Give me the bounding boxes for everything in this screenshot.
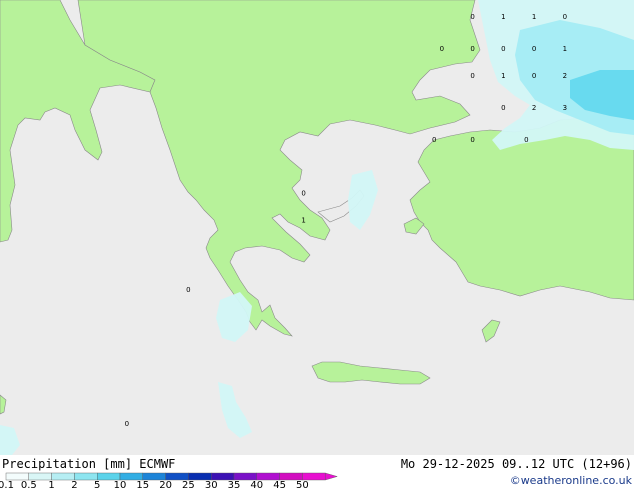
grid-value-18: 0 [524, 136, 528, 144]
grid-value-11: 0 [532, 72, 536, 80]
legend-tick-7: 20 [159, 480, 172, 490]
grid-value-9: 0 [470, 72, 474, 80]
legend-tick-3: 2 [71, 480, 77, 490]
grid-value-0: 0 [470, 13, 474, 21]
legend-tick-10: 35 [228, 480, 241, 490]
grid-value-19: 0 [301, 190, 305, 198]
grid-value-12: 2 [563, 72, 567, 80]
grid-value-13: 0 [501, 104, 505, 112]
grid-value-6: 0 [501, 45, 505, 53]
legend-swatch-13 [302, 472, 326, 481]
legend-swatch-10 [233, 472, 257, 481]
legend-tick-2: 1 [48, 480, 54, 490]
legend-swatch-7 [165, 472, 189, 481]
map-title: Precipitation [mm] ECMWF [2, 457, 175, 471]
grid-value-4: 0 [440, 45, 444, 53]
precipitation-map: 01100000101020230000100 Precipitation [m… [0, 0, 634, 490]
legend-swatch-1 [28, 472, 52, 481]
legend-tick-12: 45 [273, 480, 286, 490]
credit-text: ©weatheronline.co.uk [510, 474, 633, 487]
legend-swatch-0 [5, 472, 29, 481]
legend-tick-11: 40 [250, 480, 263, 490]
legend-swatch-2 [51, 472, 75, 481]
legend-tick-0: 0.1 [0, 480, 14, 490]
legend-tick-13: 50 [296, 480, 309, 490]
grid-value-21: 0 [186, 286, 190, 294]
legend-tick-5: 10 [114, 480, 127, 490]
legend-tick-6: 15 [136, 480, 149, 490]
legend-swatch-5 [119, 472, 143, 481]
grid-value-3: 0 [563, 13, 567, 21]
legend-tick-9: 30 [205, 480, 218, 490]
grid-value-5: 0 [470, 45, 474, 53]
valid-time: Mo 29-12-2025 09..12 UTC (12+96) [401, 457, 632, 471]
map-canvas: 0 1 1 00 0 0 0 10 1 0 20 2 30 0 00100 Precipitation [m… [0, 0, 634, 490]
grid-value-22: 0 [125, 420, 129, 428]
legend-swatch-8 [188, 472, 212, 481]
legend-swatch-11 [256, 472, 280, 481]
grid-value-7: 0 [532, 45, 536, 53]
grid-value-20: 1 [301, 217, 305, 225]
grid-value-16: 0 [432, 136, 436, 144]
grid-value-2: 1 [532, 13, 536, 21]
legend-tick-4: 5 [94, 480, 100, 490]
legend-swatch-9 [210, 472, 235, 481]
grid-value-1: 1 [501, 13, 505, 21]
legend-tick-8: 25 [182, 480, 195, 490]
legend-swatch-3 [74, 472, 98, 481]
legend-swatch-6 [142, 472, 166, 481]
legend-swatch-4 [96, 472, 121, 481]
grid-value-8: 1 [563, 45, 567, 53]
grid-value-10: 1 [501, 72, 505, 80]
grid-value-17: 0 [470, 136, 474, 144]
grid-value-15: 3 [563, 104, 567, 112]
legend-swatch-12 [279, 472, 303, 481]
grid-value-14: 2 [532, 104, 536, 112]
legend-tick-1: 0.5 [21, 480, 37, 490]
